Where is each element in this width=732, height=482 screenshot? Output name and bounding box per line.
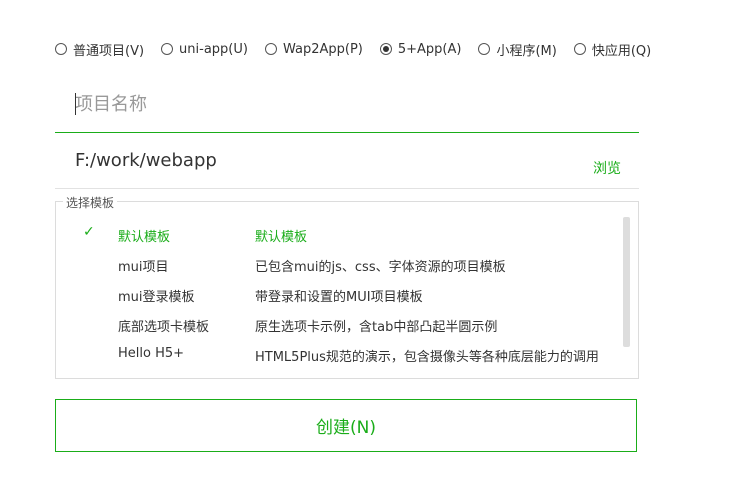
template-desc: 原生选项卡示例，含tab中部凸起半圆示例: [255, 320, 498, 335]
template-desc: 已包含mui的js、css、字体资源的项目模板: [255, 260, 506, 275]
template-row-mui[interactable]: mui项目 已包含mui的js、css、字体资源的项目模板: [56, 248, 626, 278]
create-button[interactable]: 创建(N): [55, 399, 637, 452]
template-row-bottom-tabs[interactable]: 底部选项卡模板 原生选项卡示例，含tab中部凸起半圆示例: [56, 308, 626, 338]
template-name: mui项目: [118, 260, 169, 275]
radio-circle-icon[interactable]: [478, 43, 491, 55]
radio-label: Wap2App(P): [282, 41, 363, 57]
project-path-field: F:/work/webapp 浏览: [55, 146, 639, 189]
project-path-input[interactable]: F:/work/webapp: [75, 150, 217, 171]
radio-circle-icon[interactable]: [264, 43, 277, 55]
project-name-input[interactable]: [75, 86, 635, 122]
radio-circle-checked-icon[interactable]: [379, 43, 392, 55]
template-list-scrollbar[interactable]: [623, 217, 630, 347]
text-caret: [75, 93, 76, 115]
radio-label: 5+App(A): [397, 41, 462, 57]
project-type-radio-group: 普通项目(V) uni-app(U) Wap2App(P) 5+App(A) 小…: [55, 40, 655, 59]
radio-label: 小程序(M): [496, 43, 557, 59]
radio-label: 普通项目(V): [73, 43, 145, 59]
template-name: Hello H5+: [118, 346, 185, 361]
radio-option-mini-program[interactable]: 小程序(M): [478, 40, 557, 59]
radio-option-5plus-app[interactable]: 5+App(A): [379, 41, 462, 57]
template-desc: 默认模板: [255, 230, 308, 245]
radio-option-wap2app[interactable]: Wap2App(P): [264, 41, 363, 57]
template-desc: HTML5Plus规范的演示，包含摄像头等各种底层能力的调用: [255, 350, 599, 365]
radio-option-normal-project[interactable]: 普通项目(V): [55, 40, 144, 59]
radio-label: uni-app(U): [179, 41, 248, 57]
template-name: mui登录模板: [118, 290, 195, 305]
radio-circle-icon[interactable]: [161, 43, 174, 55]
radio-option-quick-app[interactable]: 快应用(Q): [573, 40, 652, 59]
radio-circle-icon[interactable]: [573, 43, 586, 55]
project-name-field: [55, 86, 639, 133]
template-desc: 带登录和设置的MUI项目模板: [255, 290, 423, 305]
template-row-default[interactable]: ✓ 默认模板 默认模板: [56, 218, 626, 248]
radio-label: 快应用(Q): [591, 43, 652, 59]
template-name: 默认模板: [118, 230, 171, 245]
template-row-mui-login[interactable]: mui登录模板 带登录和设置的MUI项目模板: [56, 278, 626, 308]
radio-option-uni-app[interactable]: uni-app(U): [161, 42, 248, 57]
template-name: 底部选项卡模板: [118, 320, 210, 335]
browse-button[interactable]: 浏览: [593, 158, 621, 178]
template-row-hello-h5plus[interactable]: Hello H5+ HTML5Plus规范的演示，包含摄像头等各种底层能力的调用: [56, 338, 626, 368]
template-legend: 选择模板: [63, 194, 118, 211]
template-selector: 选择模板 ✓ 默认模板 默认模板 mui项目 已包含mui的js、css、字体资…: [55, 194, 639, 379]
check-icon: ✓: [83, 224, 95, 240]
radio-circle-icon[interactable]: [55, 43, 67, 55]
template-list: ✓ 默认模板 默认模板 mui项目 已包含mui的js、css、字体资源的项目模…: [56, 218, 626, 368]
